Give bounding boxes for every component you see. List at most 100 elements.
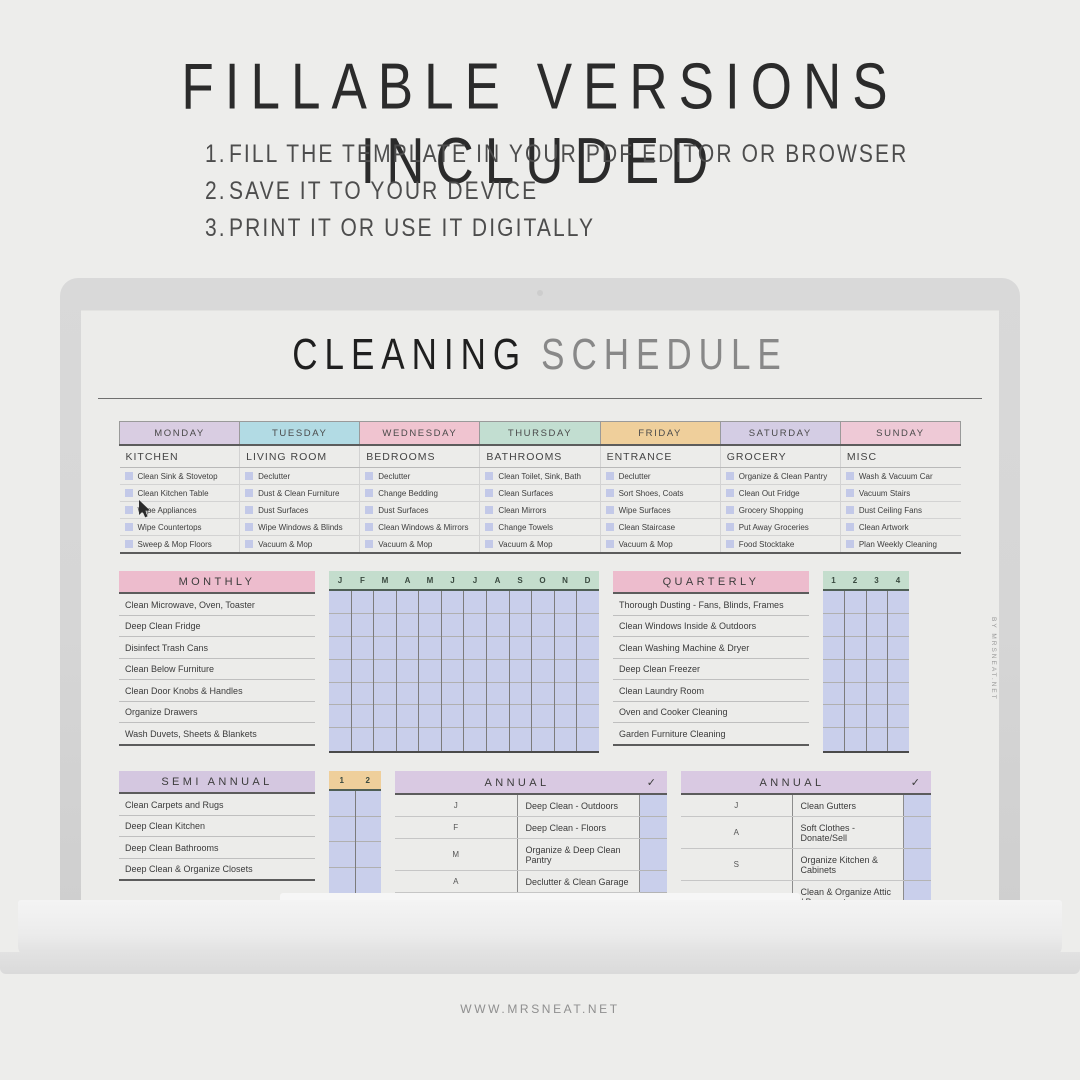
annual-right-task[interactable]: Organize Kitchen & Cabinets <box>792 848 904 882</box>
task-checkbox[interactable] <box>365 505 374 514</box>
month-grid-cell[interactable] <box>464 705 487 729</box>
month-grid-cell[interactable] <box>351 728 374 752</box>
task-checkbox[interactable] <box>485 505 494 514</box>
annual-right-checkbox[interactable] <box>903 880 931 902</box>
month-grid-cell[interactable] <box>374 705 396 729</box>
task-checkbox[interactable] <box>124 539 133 548</box>
quarterly-task-item[interactable]: Deep Clean Freezer <box>613 659 809 680</box>
month-grid-cell[interactable] <box>487 705 509 729</box>
month-grid-cell[interactable] <box>554 613 577 637</box>
weekly-task-cell[interactable]: Declutter <box>359 467 481 485</box>
quarter-grid-cell[interactable] <box>888 659 909 683</box>
month-grid-cell[interactable] <box>554 728 577 752</box>
month-grid-cell[interactable] <box>554 682 577 706</box>
monthly-task-item[interactable]: Deep Clean Fridge <box>119 616 315 637</box>
month-grid-cell[interactable] <box>554 659 577 683</box>
quarterly-task-item[interactable]: Clean Laundry Room <box>613 680 809 702</box>
month-grid-cell[interactable] <box>351 682 374 706</box>
task-checkbox[interactable] <box>485 522 494 531</box>
quarter-grid-cell[interactable] <box>823 659 844 683</box>
weekly-task-cell[interactable]: Sort Shoes, Coats <box>600 484 721 502</box>
month-grid-cell[interactable] <box>577 613 599 637</box>
quarter-grid-cell[interactable] <box>844 682 866 706</box>
quarter-grid-cell[interactable] <box>844 705 866 729</box>
annual-left-task[interactable]: Deep Clean - Outdoors <box>517 794 640 818</box>
weekly-task-cell[interactable]: Wipe Appliances <box>119 501 241 519</box>
month-grid-cell[interactable] <box>464 659 487 683</box>
month-grid-cell[interactable] <box>464 613 487 637</box>
month-grid-cell[interactable] <box>396 682 419 706</box>
task-checkbox[interactable] <box>365 488 374 497</box>
quarter-grid-cell[interactable] <box>888 705 909 729</box>
month-grid-cell[interactable] <box>554 636 577 660</box>
weekly-task-cell[interactable]: Clean Out Fridge <box>720 484 841 502</box>
month-grid-cell[interactable] <box>419 613 441 637</box>
weekly-task-cell[interactable]: Clean Artwork <box>840 518 961 536</box>
task-checkbox[interactable] <box>245 539 254 548</box>
quarter-grid-cell[interactable] <box>823 682 844 706</box>
monthly-task-item[interactable]: Disinfect Trash Cans <box>119 637 315 659</box>
quarter-grid-cell[interactable] <box>866 728 888 752</box>
month-grid-cell[interactable] <box>509 591 532 614</box>
month-grid-cell[interactable] <box>329 591 351 614</box>
month-grid-cell[interactable] <box>532 728 554 752</box>
month-grid-cell[interactable] <box>329 682 351 706</box>
month-grid-cell[interactable] <box>374 613 396 637</box>
month-grid-cell[interactable] <box>577 682 599 706</box>
task-checkbox[interactable] <box>725 471 734 480</box>
month-grid-cell[interactable] <box>509 728 532 752</box>
semi-grid-cell[interactable] <box>355 791 381 817</box>
semi-annual-task-item[interactable]: Deep Clean Kitchen <box>119 816 315 838</box>
month-grid-cell[interactable] <box>441 705 464 729</box>
month-grid-cell[interactable] <box>329 636 351 660</box>
month-grid-cell[interactable] <box>487 682 509 706</box>
task-checkbox[interactable] <box>605 505 614 514</box>
task-checkbox[interactable] <box>845 505 854 514</box>
annual-right-checkbox[interactable] <box>903 816 931 850</box>
monthly-task-item[interactable]: Organize Drawers <box>119 702 315 723</box>
quarter-grid-cell[interactable] <box>888 613 909 637</box>
month-grid-cell[interactable] <box>577 636 599 660</box>
month-grid-cell[interactable] <box>419 728 441 752</box>
weekly-task-cell[interactable]: Vacuum & Mop <box>600 535 721 554</box>
annual-left-checkbox[interactable] <box>639 838 667 872</box>
month-grid-cell[interactable] <box>464 728 487 752</box>
semi-grid-cell[interactable] <box>329 816 355 843</box>
annual-left-task[interactable]: Organize & Deep Clean Pantry <box>517 838 640 872</box>
task-checkbox[interactable] <box>845 522 854 531</box>
month-grid-cell[interactable] <box>396 636 419 660</box>
month-grid-cell[interactable] <box>441 728 464 752</box>
quarter-grid-cell[interactable] <box>844 591 866 614</box>
month-grid-cell[interactable] <box>487 591 509 614</box>
task-checkbox[interactable] <box>725 505 734 514</box>
quarter-grid-cell[interactable] <box>888 591 909 614</box>
annual-right-task[interactable]: Soft Clothes - Donate/Sell <box>792 816 904 850</box>
weekly-task-cell[interactable]: Clean Toilet, Sink, Bath <box>479 467 601 485</box>
weekly-task-cell[interactable]: Food Stocktake <box>720 535 841 554</box>
quarter-grid-cell[interactable] <box>823 728 844 752</box>
quarter-grid-cell[interactable] <box>823 613 844 637</box>
month-grid-cell[interactable] <box>396 591 419 614</box>
month-grid-cell[interactable] <box>419 659 441 683</box>
annual-right-task[interactable]: Clean Gutters <box>792 794 904 818</box>
month-grid-cell[interactable] <box>396 705 419 729</box>
weekly-task-cell[interactable]: Clean Staircase <box>600 518 721 536</box>
month-grid-cell[interactable] <box>329 728 351 752</box>
month-grid-cell[interactable] <box>487 659 509 683</box>
task-checkbox[interactable] <box>124 488 133 497</box>
task-checkbox[interactable] <box>845 488 854 497</box>
semi-annual-task-item[interactable]: Deep Clean Bathrooms <box>119 837 315 859</box>
month-grid-cell[interactable] <box>441 636 464 660</box>
month-grid-cell[interactable] <box>374 636 396 660</box>
task-checkbox[interactable] <box>725 488 734 497</box>
weekly-task-cell[interactable]: Put Away Groceries <box>720 518 841 536</box>
month-grid-cell[interactable] <box>441 682 464 706</box>
weekly-task-cell[interactable]: Wipe Countertops <box>119 518 241 536</box>
month-grid-cell[interactable] <box>374 659 396 683</box>
month-grid-cell[interactable] <box>351 613 374 637</box>
month-grid-cell[interactable] <box>554 705 577 729</box>
month-grid-cell[interactable] <box>419 636 441 660</box>
annual-left-checkbox[interactable] <box>639 794 667 818</box>
task-checkbox[interactable] <box>485 539 494 548</box>
task-checkbox[interactable] <box>485 488 494 497</box>
